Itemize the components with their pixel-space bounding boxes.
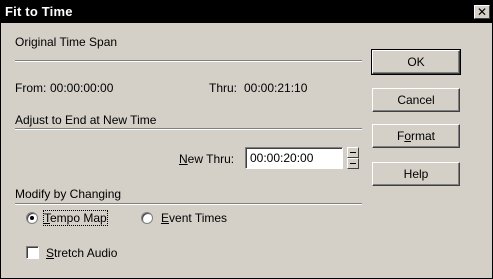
ok-button[interactable]: OK — [371, 49, 461, 75]
section-divider — [15, 203, 362, 205]
tempo-map-radio[interactable] — [26, 212, 38, 224]
cancel-button[interactable]: Cancel — [372, 88, 460, 112]
new-thru-label: New Thru: — [179, 152, 235, 166]
help-button[interactable]: Help — [372, 162, 460, 186]
stretch-audio-label[interactable]: Stretch Audio — [46, 246, 117, 260]
thru-value: 00:00:21:10 — [244, 81, 308, 95]
close-icon[interactable]: ✕ — [474, 5, 490, 19]
stretch-audio-checkbox[interactable] — [26, 246, 39, 259]
event-times-label[interactable]: Event Times — [161, 211, 227, 225]
spin-up-button[interactable] — [347, 147, 359, 158]
adjust-heading: Adjust to End at New Time — [15, 113, 157, 127]
original-time-span-heading: Original Time Span — [15, 35, 118, 49]
new-thru-spinner[interactable] — [347, 147, 359, 169]
format-button[interactable]: Format — [372, 124, 460, 148]
tempo-map-label[interactable]: Tempo Map — [43, 210, 108, 226]
radio-selected-dot — [30, 216, 34, 220]
from-value: 00:00:00:00 — [50, 81, 114, 95]
new-thru-input[interactable]: 00:00:20:00 — [245, 147, 343, 169]
modify-heading: Modify by Changing — [15, 187, 122, 201]
event-times-radio[interactable] — [141, 212, 153, 224]
from-label: From: — [15, 81, 47, 95]
section-divider — [15, 128, 362, 130]
section-divider — [15, 60, 362, 62]
spin-down-button[interactable] — [347, 158, 359, 169]
dialog-title: Fit to Time — [5, 4, 73, 19]
title-bar: Fit to Time ✕ — [1, 1, 492, 23]
thru-label: Thru: — [209, 81, 238, 95]
fit-to-time-dialog: Fit to Time ✕ Original Time Span From: 0… — [0, 0, 493, 279]
